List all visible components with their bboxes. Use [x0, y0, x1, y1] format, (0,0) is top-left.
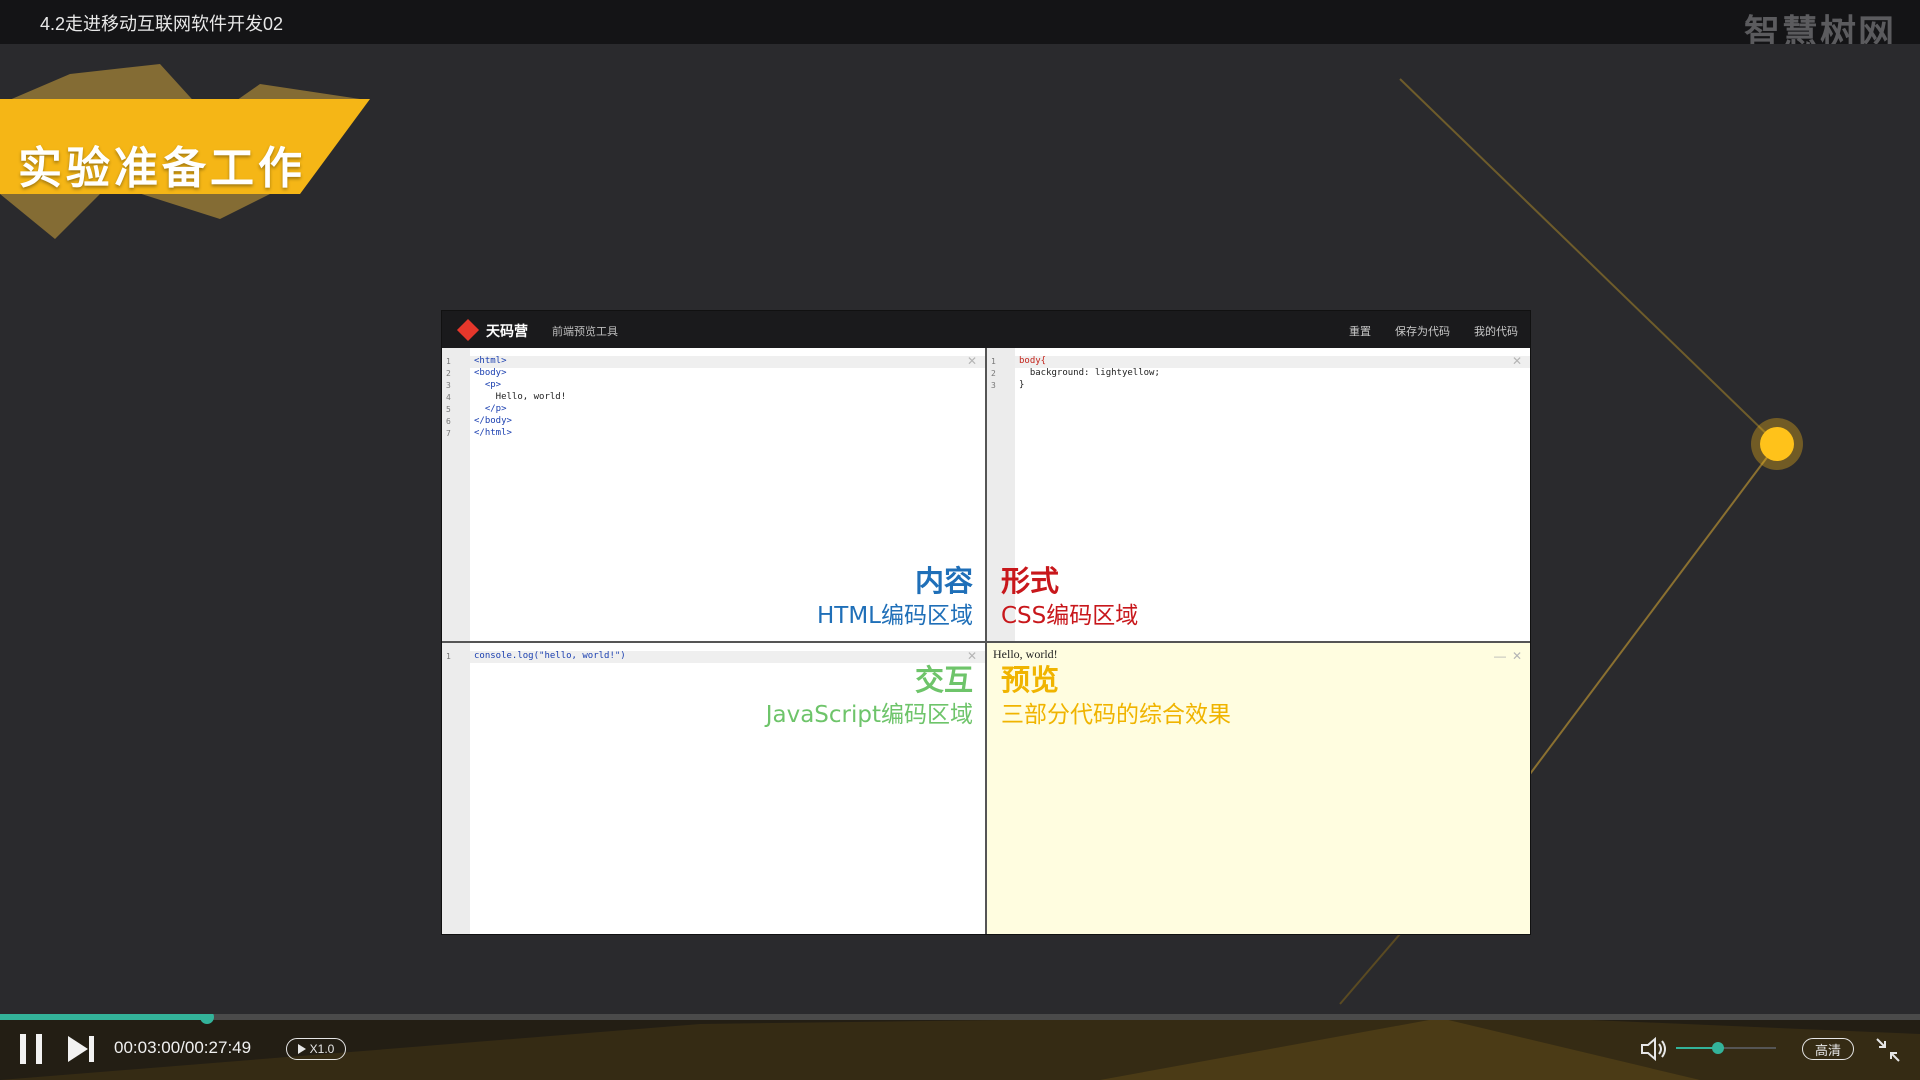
editor-nav-save: 保存为代码: [1395, 326, 1450, 338]
volume-slider[interactable]: [1676, 1042, 1776, 1054]
speed-label: X1.0: [309, 1042, 335, 1056]
code-line: }: [1019, 380, 1025, 390]
js-pane: 1 console.log("hello, world!") ✕ 交互 Java…: [442, 643, 987, 934]
code-line: Hello, world!: [474, 392, 567, 402]
line-gutter: 1: [442, 643, 470, 934]
editor-nav-reset: 重置: [1349, 326, 1371, 338]
code-line: background: lightyellow;: [1019, 368, 1160, 378]
preview-label-sub: 三部分代码的综合效果: [1001, 702, 1231, 728]
progress-fill: [0, 1014, 208, 1020]
video-frame[interactable]: 实验准备工作 天码营 前端预览工具 重置 保存为代码 我的代码 12 34 56…: [0, 44, 1920, 1014]
next-button[interactable]: [68, 1034, 96, 1064]
video-title: 4.2走进移动互联网软件开发02: [40, 14, 284, 34]
next-icon: [68, 1036, 88, 1062]
html-label-sub: HTML编码区域: [816, 603, 973, 629]
css-label-title: 形式: [1001, 564, 1060, 598]
code-line: </body>: [474, 416, 512, 426]
code-line: </p>: [474, 404, 507, 414]
line-gutter: 12 34 56 7: [442, 348, 470, 641]
code-line: <body>: [474, 368, 507, 378]
preview-label-title: 预览: [1001, 663, 1060, 697]
code-line: console.log("hello, world!"): [474, 651, 626, 661]
code-line: body{: [1019, 356, 1047, 366]
editor-header: 天码营 前端预览工具 重置 保存为代码 我的代码: [442, 311, 1530, 348]
title-bar: 4.2走进移动互联网软件开发02 智慧树网: [0, 0, 1920, 54]
pause-button[interactable]: [18, 1034, 46, 1064]
minimize-icon: —: [1494, 649, 1506, 663]
play-icon: [297, 1044, 306, 1054]
html-label-title: 内容: [914, 564, 973, 598]
progress-bar[interactable]: [0, 1014, 1920, 1024]
editor-nav: 重置 保存为代码 我的代码: [1349, 323, 1518, 339]
editor-subtitle: 前端预览工具: [552, 326, 618, 338]
volume-icon[interactable]: [1640, 1036, 1672, 1062]
volume-handle[interactable]: [1712, 1042, 1724, 1054]
code-line: <html>: [474, 356, 507, 366]
quality-button[interactable]: 高清: [1802, 1038, 1854, 1060]
close-icon: ✕: [1511, 354, 1522, 368]
css-pane: 123 body{ background: lightyellow; } ✕ 形…: [987, 348, 1530, 643]
logo-icon: [456, 318, 480, 342]
js-label-sub: JavaScript编码区域: [765, 702, 973, 728]
close-icon: ✕: [966, 354, 977, 368]
editor-logo-text: 天码营: [486, 323, 528, 339]
player-controls: 00:03:00/00:27:49 X1.0 高清: [0, 1014, 1920, 1080]
js-label-title: 交互: [914, 663, 973, 697]
code-line: </html>: [474, 428, 512, 438]
editor-nav-my-code: 我的代码: [1474, 326, 1518, 338]
editor-screenshot: 天码营 前端预览工具 重置 保存为代码 我的代码 12 34 56 7 <htm…: [442, 311, 1530, 934]
exit-fullscreen-icon[interactable]: [1874, 1036, 1902, 1064]
banner-title: 实验准备工作: [18, 143, 306, 194]
close-icon: ✕: [1511, 649, 1522, 663]
css-label-sub: CSS编码区域: [1001, 603, 1139, 629]
preview-pane: Hello, world! — ✕ 预览 三部分代码的综合效果: [987, 643, 1530, 934]
speed-button[interactable]: X1.0: [286, 1038, 346, 1060]
html-pane: 12 34 56 7 <html> <body> <p> Hello, worl…: [442, 348, 987, 643]
code-line: <p>: [474, 380, 502, 390]
time-display: 00:03:00/00:27:49: [114, 1038, 252, 1057]
